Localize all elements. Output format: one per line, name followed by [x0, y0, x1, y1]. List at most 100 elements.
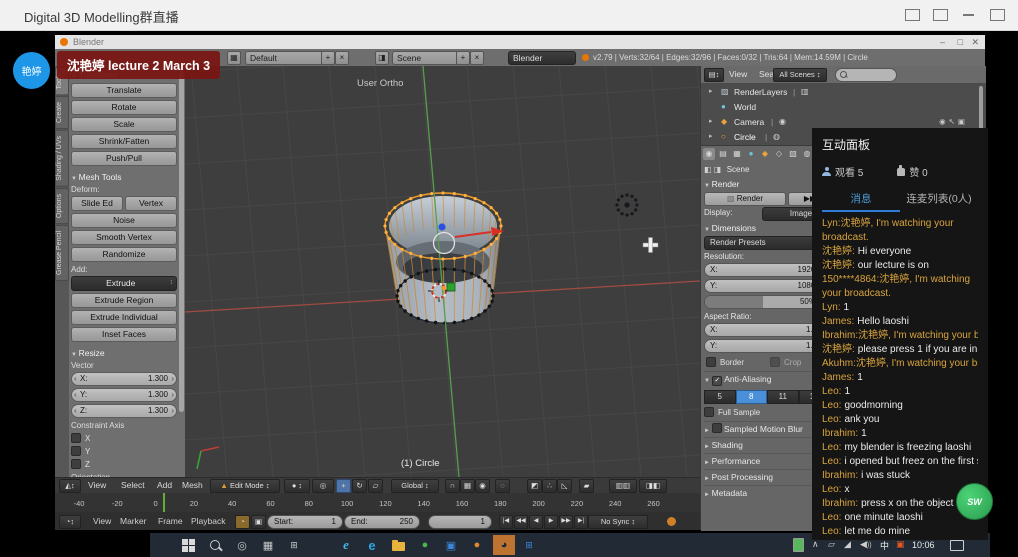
vertex-select-icon[interactable]: ∴ [542, 479, 557, 493]
timeline-menu-frame[interactable]: Frame [158, 516, 183, 526]
screen-layout-icon[interactable]: ▦ [227, 51, 241, 65]
extrude-dropdown[interactable]: Extrude [71, 276, 177, 291]
translate-button[interactable]: Translate [71, 83, 177, 98]
resolution-scale-slider[interactable]: 50% [704, 295, 822, 309]
tool-shelf-scrollbar[interactable] [179, 72, 184, 412]
tray-app-icon[interactable]: ▣ [896, 539, 905, 550]
taskbar-task-view-icon[interactable]: ▦ [260, 537, 276, 553]
taskbar-app-orange-icon[interactable]: ● [469, 537, 485, 553]
cylinder-mesh[interactable] [383, 191, 502, 324]
proportional-edit-icon[interactable]: ◌ [495, 479, 510, 493]
smooth-vertex-button[interactable]: Smooth Vertex [71, 230, 177, 245]
toolshelf-tab-create[interactable]: Create [55, 96, 69, 129]
viewport-shading-icon[interactable]: ● ↕ [284, 479, 310, 493]
extrude-individual-button[interactable]: Extrude Individual [71, 310, 177, 325]
record-icon[interactable] [667, 517, 676, 526]
outliner-row-world[interactable]: ● World [701, 100, 986, 115]
close-layout-icon[interactable]: × [335, 51, 349, 65]
timeline-menu-view[interactable]: View [93, 516, 111, 526]
network-icon[interactable]: ◢ [844, 539, 851, 550]
render-preview-icon[interactable]: ▥▥ [609, 479, 637, 493]
timeline-menu-playback[interactable]: Playback [191, 516, 226, 526]
resize-y-field[interactable]: Y:1.300 [71, 388, 177, 402]
toolshelf-tab-shading-uvs[interactable]: Shading / UVs [55, 130, 69, 187]
face-select-icon[interactable]: ▰ [579, 479, 594, 493]
aa-sample-5[interactable]: 5 [704, 390, 736, 404]
editor-type-icon[interactable]: ◭↕ [59, 479, 81, 493]
randomize-button[interactable]: Randomize [71, 247, 177, 262]
properties-tab-scene-icon[interactable]: ▦ [731, 148, 743, 160]
mode-dropdown[interactable]: ▲ Edit Mode ↕ [210, 479, 280, 493]
outliner-row-renderlayers[interactable]: ▸▨ RenderLayers |▥ [701, 85, 986, 100]
inset-faces-button[interactable]: Inset Faces [71, 327, 177, 342]
duplicate-window-icon[interactable] [933, 9, 948, 21]
anti-aliasing-header[interactable]: Anti-Aliasing [724, 374, 771, 384]
properties-tab-render-icon[interactable]: ◉ [703, 148, 715, 160]
constraint-y-checkbox[interactable] [71, 446, 81, 456]
blender-minimize-icon[interactable]: – [940, 37, 945, 47]
render-engine-dropdown[interactable]: Blender Render [508, 51, 576, 65]
play-reverse-icon[interactable]: ◀ [529, 515, 543, 529]
next-keyframe-icon[interactable]: ▶▶ [559, 515, 573, 529]
crop-checkbox[interactable] [770, 357, 780, 367]
taskbar-app-green-icon[interactable]: ● [417, 537, 433, 553]
shrink-fatten-button[interactable]: Shrink/Fatten [71, 134, 177, 149]
scene-dropdown[interactable]: Scene [392, 51, 462, 65]
clock[interactable]: 10:06 [912, 540, 935, 550]
properties-tab-world-icon[interactable]: ● [745, 148, 757, 160]
outliner-menu-view[interactable]: View [729, 69, 747, 79]
floating-action-button[interactable]: SW [956, 483, 993, 520]
aa-sample-8[interactable]: 8 [736, 390, 768, 404]
occlude-geometry-icon[interactable]: ◩ [527, 479, 542, 493]
frame-end-field[interactable]: End:250 [344, 515, 420, 529]
previous-keyframe-icon[interactable]: ◀◀ [514, 515, 528, 529]
viewport-menu-add[interactable]: Add [157, 480, 172, 490]
viewport-menu-select[interactable]: Select [121, 480, 145, 490]
constraint-z-checkbox[interactable] [71, 459, 81, 469]
add-scene-icon[interactable]: + [456, 51, 470, 65]
auto-keyframe-icon[interactable]: ◔ [235, 515, 250, 529]
taskbar-edge-icon[interactable]: e [364, 537, 380, 553]
snap-element-icon[interactable]: ▦ [460, 479, 475, 493]
add-layout-icon[interactable]: + [321, 51, 335, 65]
notifications-icon[interactable] [950, 540, 964, 553]
outliner-editor-icon[interactable]: ▤↕ [704, 68, 724, 82]
timeline-editor-icon[interactable]: ◔↕ [59, 515, 81, 529]
taskbar-search-icon[interactable] [207, 537, 223, 553]
smb-checkbox[interactable] [712, 423, 722, 433]
noise-button[interactable]: Noise [71, 213, 177, 228]
outliner-search-input[interactable] [835, 68, 897, 82]
slide-edge-button[interactable]: Slide Ed [71, 196, 123, 211]
taskbar-people-icon[interactable]: ⊞ [286, 537, 302, 553]
push-pull-button[interactable]: Push/Pull [71, 151, 177, 166]
resize-z-field[interactable]: Z:1.300 [71, 404, 177, 418]
jump-to-start-icon[interactable]: |◀ [499, 515, 513, 529]
toolshelf-tab-options[interactable]: Options [55, 188, 69, 224]
volume-icon[interactable]: ◀)) [860, 539, 872, 550]
taskbar-blender-active-icon[interactable]: ◕ [493, 535, 515, 555]
viewport-menu-mesh[interactable]: Mesh [182, 480, 203, 490]
close-scene-icon[interactable]: × [470, 51, 484, 65]
taskbar-app-blue-icon[interactable]: ▣ [443, 537, 459, 553]
blender-close-icon[interactable]: ✕ [971, 37, 979, 48]
manipulator-scale-icon[interactable]: ▱ [368, 479, 383, 493]
taskbar-cortana-icon[interactable]: ◎ [234, 537, 250, 553]
mesh-tools-panel-header[interactable]: Mesh Tools [71, 172, 177, 182]
taskbar-ie-icon[interactable]: e [338, 537, 354, 553]
properties-tab-modifiers-icon[interactable]: ◇ [773, 148, 785, 160]
chevron-up-icon[interactable]: ∧ [812, 539, 819, 550]
current-frame-field[interactable]: 1 [428, 515, 492, 529]
properties-tab-data-icon[interactable]: ▧ [787, 148, 799, 160]
opengl-render-icon[interactable]: ◨◧ [639, 479, 667, 493]
border-checkbox[interactable] [706, 357, 716, 367]
timeline-ruler[interactable]: -40-200204060801001201401601802002202402… [55, 493, 700, 513]
anti-aliasing-checkbox[interactable]: ✓ [712, 376, 722, 386]
streamer-avatar[interactable]: 艳婷 [13, 52, 50, 89]
vertex-slide-button[interactable]: Vertex [125, 196, 177, 211]
snap-magnet-icon[interactable]: ∩ [445, 479, 460, 493]
taskbar-file-explorer-icon[interactable] [390, 537, 406, 553]
aa-sample-11[interactable]: 11 [767, 390, 799, 404]
scene-icon[interactable]: ◨ [375, 51, 389, 65]
battery-icon[interactable] [793, 538, 804, 554]
tray-folder-icon[interactable]: ▱ [828, 539, 835, 550]
